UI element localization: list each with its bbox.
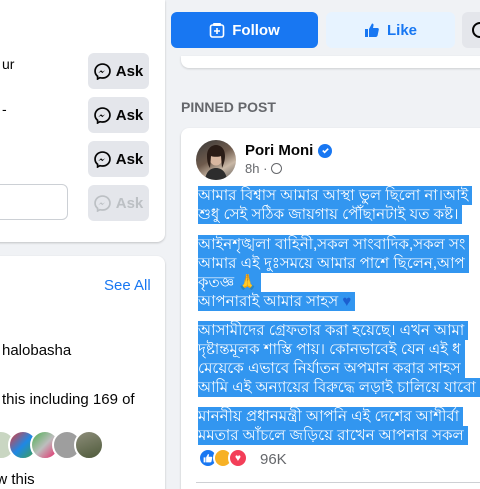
post-line: আমার এই দুঃসময়ে আমার পাশে ছিলেন,আপ [198, 254, 469, 273]
post-divider [196, 482, 480, 483]
text-fragment: - [2, 101, 7, 117]
post-line: মাননীয় প্রধানমন্ত্রী আপনি এই দেশের আশীর… [198, 407, 464, 426]
ask-button[interactable]: Ask [88, 141, 149, 177]
messenger-icon [93, 194, 111, 212]
ask-button[interactable]: Ask [88, 97, 149, 133]
post-meta: 8h · [245, 161, 283, 176]
blue-heart-icon: ♥ [342, 293, 352, 310]
follows-summary: ow this [0, 471, 35, 488]
intro-card-edge [181, 56, 480, 68]
likes-summary: this including 169 of [2, 391, 135, 408]
ask-button[interactable]: Ask [88, 53, 149, 89]
verified-badge-icon [318, 143, 333, 158]
messenger-icon [93, 62, 111, 80]
reaction-icons[interactable]: ♥ [198, 448, 248, 468]
ask-label: Ask [115, 62, 144, 80]
friend-name-fragment[interactable]: halobasha [2, 342, 71, 359]
ask-label: Ask [115, 106, 144, 124]
ask-button-disabled: Ask [88, 185, 149, 221]
messenger-icon [93, 106, 111, 124]
messenger-more-button[interactable] [462, 12, 480, 48]
reaction-count[interactable]: 96K [260, 451, 287, 468]
messenger-icon [472, 22, 480, 38]
post-line-text: আপনারাই আমার সাহস [198, 293, 339, 310]
post-author[interactable]: Pori Moni [245, 142, 333, 159]
post-line: দৃষ্টান্তমূলক শাস্তি পায়। কোনভাবেই যেন … [198, 340, 465, 359]
post-line: আমার বিশ্বাস আমার আস্থা ভুল ছিলো না।আই [198, 186, 473, 205]
thumbs-up-icon [364, 23, 379, 37]
post-line: আপনারাই আমার সাহস ♥ [198, 292, 356, 311]
post-line-text: কৃতজ্ঞ [198, 274, 235, 291]
post-line: মেয়েকে এভাবে নির্যাতন অপমান করার সাহস [198, 359, 465, 378]
post-time[interactable]: 8h · [245, 161, 267, 176]
pinned-post-label: PINNED POST [181, 99, 276, 115]
question-input[interactable] [0, 184, 68, 220]
post-line: কৃতজ্ঞ 🙏 [198, 273, 261, 292]
post-line: আইনশৃঙ্খলা বাহিনী,সকল সাংবাদিক,সকল সং [198, 235, 470, 254]
globe-icon [271, 163, 283, 174]
ask-label: Ask [115, 150, 144, 168]
follow-label: Follow [232, 21, 280, 39]
like-page-button[interactable]: Like [326, 12, 455, 48]
text-fragment: ur [2, 56, 15, 72]
post-line: আসামীদের গ্রেফতার করা হয়েছে। এখন আমা [198, 321, 469, 340]
post-line: আমি এই অন্যায়ের বিরুদ্ধে লড়াই চালিয়ে … [198, 378, 480, 397]
post-line: শুধু সেই সঠিক জায়গায় পৌঁছানটাই যত কষ্ট… [198, 205, 463, 224]
author-avatar[interactable] [196, 140, 236, 180]
follow-button[interactable]: Follow [171, 12, 318, 48]
post-line: মমতার আঁচলে জড়িয়ে রাখেন আপনার সকল [198, 426, 468, 445]
author-name[interactable]: Pori Moni [245, 142, 313, 159]
ask-label: Ask [115, 194, 144, 212]
folded-hands-icon: 🙏 [238, 274, 257, 291]
follow-icon [209, 23, 225, 38]
friend-avatars [0, 430, 104, 460]
like-label: Like [386, 21, 417, 39]
love-reaction-icon: ♥ [228, 448, 248, 468]
portrait-image [205, 145, 227, 180]
friend-avatar[interactable] [74, 430, 104, 460]
see-all-link[interactable]: See All [104, 277, 151, 294]
messenger-icon [93, 150, 111, 168]
